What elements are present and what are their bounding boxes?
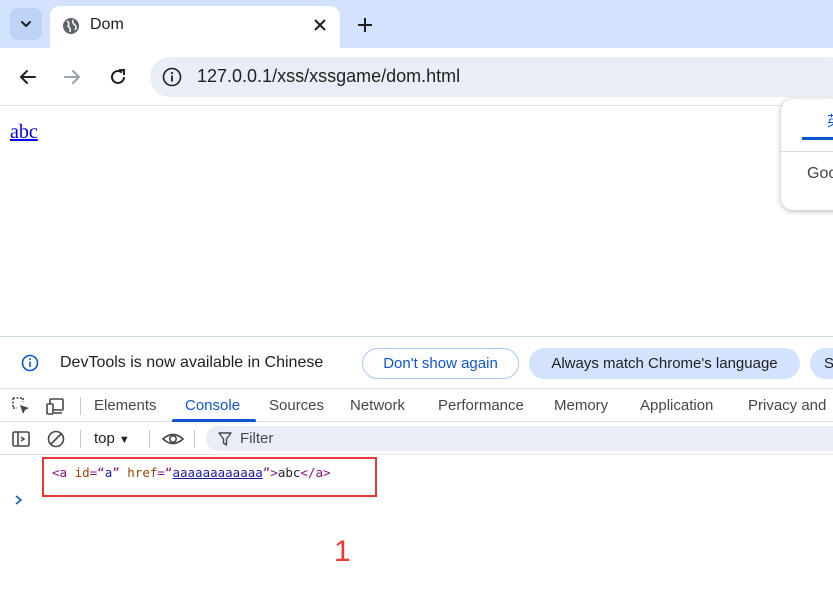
page-viewport: abc 英 Goo — [0, 99, 833, 336]
site-info-icon[interactable] — [162, 67, 182, 87]
tab-strip: Dom — [0, 0, 833, 48]
infobar-message: DevTools is now available in Chinese — [60, 354, 324, 371]
browser-tab[interactable]: Dom — [50, 6, 340, 48]
page-link[interactable]: abc — [10, 121, 38, 144]
tab-memory[interactable]: Memory — [554, 397, 608, 414]
toolbar-divider — [194, 430, 195, 448]
arrow-right-icon — [64, 70, 80, 84]
log-attr-name: href — [127, 465, 158, 480]
forward-button[interactable] — [59, 64, 85, 90]
devtools-panel-tabs: Elements Console Sources Network Perform… — [0, 389, 833, 422]
log-attr-eq: =“ — [157, 465, 173, 480]
back-button[interactable] — [15, 64, 41, 90]
tab-performance[interactable]: Performance — [438, 397, 524, 414]
sidebar-toggle-icon[interactable] — [11, 429, 31, 449]
device-toolbar-icon[interactable] — [45, 396, 65, 416]
tab-privacy[interactable]: Privacy and — [748, 397, 826, 414]
reload-button[interactable] — [105, 64, 131, 90]
devtools-panel: DevTools is now available in Chinese Don… — [0, 336, 833, 596]
log-href-link[interactable]: aaaaaaaaaaaa — [172, 465, 262, 480]
tab-title: Dom — [90, 16, 124, 33]
log-attr-name: id — [74, 465, 90, 480]
filter-placeholder: Filter — [240, 430, 274, 447]
translate-popup: 英 Goo — [781, 99, 833, 210]
log-attr-close: ” — [112, 465, 128, 480]
console-toolbar: top ▼ Filter — [0, 422, 833, 455]
tab-application[interactable]: Application — [640, 397, 713, 414]
console-log-entry[interactable]: <a id=“a” href=“aaaaaaaaaaaa”>abc</a> — [52, 465, 331, 480]
tab-search-button[interactable] — [10, 8, 42, 40]
eye-icon[interactable] — [161, 429, 185, 449]
tab-network[interactable]: Network — [350, 397, 405, 414]
log-attr-eq: =“ — [89, 465, 105, 480]
translate-tab-label[interactable]: 英 — [827, 111, 833, 131]
tab-sources[interactable]: Sources — [269, 397, 324, 414]
log-text-node: abc — [277, 465, 301, 480]
caret-down-icon: ▼ — [118, 434, 130, 446]
browser-toolbar: 127.0.0.1/xss/xssgame/dom.html — [0, 48, 833, 106]
log-tag-end: > — [270, 465, 278, 480]
log-open-tag: <a — [52, 465, 75, 480]
console-prompt-icon — [15, 495, 23, 505]
log-close-tag: </a> — [300, 465, 331, 480]
translate-tab-indicator — [802, 137, 833, 140]
annotation-label: 1 — [334, 535, 351, 568]
devtools-infobar: DevTools is now available in Chinese Don… — [0, 337, 833, 389]
info-icon — [21, 354, 39, 372]
context-selector[interactable]: top ▼ — [94, 430, 130, 447]
close-tab-button[interactable] — [310, 15, 330, 35]
console-output: <a id=“a” href=“aaaaaaaaaaaa”>abc</a> 1 — [0, 455, 833, 596]
tab-elements[interactable]: Elements — [94, 397, 157, 414]
new-tab-button[interactable] — [352, 12, 378, 38]
inspect-element-icon[interactable] — [11, 396, 31, 416]
tab-console[interactable]: Console — [185, 397, 240, 414]
close-icon — [314, 19, 326, 31]
dont-show-again-button[interactable]: Don't show again — [362, 348, 519, 379]
always-match-language-button[interactable]: Always match Chrome's language — [529, 348, 800, 379]
toolbar-divider — [149, 430, 150, 448]
clear-console-icon[interactable] — [46, 429, 66, 449]
toolbar-divider — [80, 430, 81, 448]
filter-input[interactable]: Filter — [206, 426, 833, 451]
switch-language-button[interactable]: S — [810, 348, 833, 379]
popup-divider — [781, 151, 833, 152]
filter-icon — [218, 432, 232, 446]
chevron-down-icon — [21, 21, 31, 27]
url-text: 127.0.0.1/xss/xssgame/dom.html — [197, 66, 461, 86]
translate-popup-text: Goo — [807, 165, 833, 182]
globe-icon — [63, 18, 79, 34]
address-bar[interactable]: 127.0.0.1/xss/xssgame/dom.html — [150, 57, 833, 97]
context-value: top — [94, 430, 115, 447]
reload-icon — [111, 69, 125, 84]
arrow-left-icon — [20, 70, 36, 84]
toolbar-divider — [80, 397, 81, 415]
plus-icon — [358, 18, 372, 32]
